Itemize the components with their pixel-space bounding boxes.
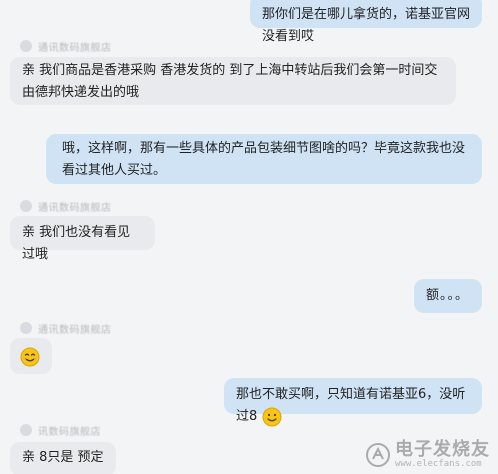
- sender-name: 通讯数码旗舰店: [38, 324, 112, 336]
- watermark: 电子发烧友 www.elecfans.com: [365, 440, 490, 470]
- message-text: 额。。。: [426, 288, 470, 303]
- outgoing-message: 额。。。: [414, 279, 482, 313]
- avatar: [20, 322, 32, 334]
- smiley-emoji-icon: [20, 347, 40, 366]
- smiley-emoji-icon: [262, 407, 282, 426]
- outgoing-message: 那也不敢买啊，只知道有诺基亚6，没听过8: [224, 378, 482, 426]
- elecfans-logo-icon: [366, 443, 390, 468]
- sender-header: 讯数码旗舰店: [20, 423, 101, 438]
- watermark-title: 电子发烧友: [395, 439, 490, 461]
- sender-header: 通讯数码旗舰店: [20, 321, 112, 336]
- watermark-url: www.elecfans.com: [395, 459, 482, 470]
- message-text: 亲 我们也没有看见过哦: [22, 225, 131, 262]
- incoming-message: 亲 8只是 预定: [10, 442, 116, 474]
- sender-header: 通讯数码旗舰店: [20, 199, 112, 214]
- sender-name: 讯数码旗舰店: [38, 426, 101, 438]
- message-text: 那你们是在哪儿拿货的，诺基亚官网没看到哎: [262, 7, 471, 44]
- sender-name: 通讯数码旗舰店: [38, 202, 112, 214]
- avatar: [20, 40, 32, 52]
- sender-header: 通讯数码旗舰店: [20, 39, 112, 54]
- message-text: 亲 8只是 预定: [22, 450, 104, 465]
- incoming-message: 亲 我们商品是香港采购 香港发货的 到了上海中转站后我们会第一时间交由德邦快递发…: [10, 57, 456, 105]
- message-text: 亲 我们商品是香港采购 香港发货的 到了上海中转站后我们会第一时间交由德邦快递发…: [22, 63, 438, 100]
- message-text: 哦，这样啊，那有一些具体的产品包装细节图啥的吗？毕竟这款我也没看过其他人买过。: [62, 141, 466, 178]
- sender-name: 通讯数码旗舰店: [38, 42, 112, 54]
- outgoing-message: 哦，这样啊，那有一些具体的产品包装细节图啥的吗？毕竟这款我也没看过其他人买过。: [46, 134, 482, 184]
- incoming-message: 亲 我们也没有看见过哦: [10, 216, 155, 262]
- avatar: [20, 424, 32, 436]
- avatar: [20, 200, 32, 212]
- chat-conversation: 那你们是在哪儿拿货的，诺基亚官网没看到哎 通讯数码旗舰店 亲 我们商品是香港采购…: [0, 0, 498, 474]
- incoming-message: [10, 338, 52, 374]
- outgoing-message: 那你们是在哪儿拿货的，诺基亚官网没看到哎: [250, 0, 482, 44]
